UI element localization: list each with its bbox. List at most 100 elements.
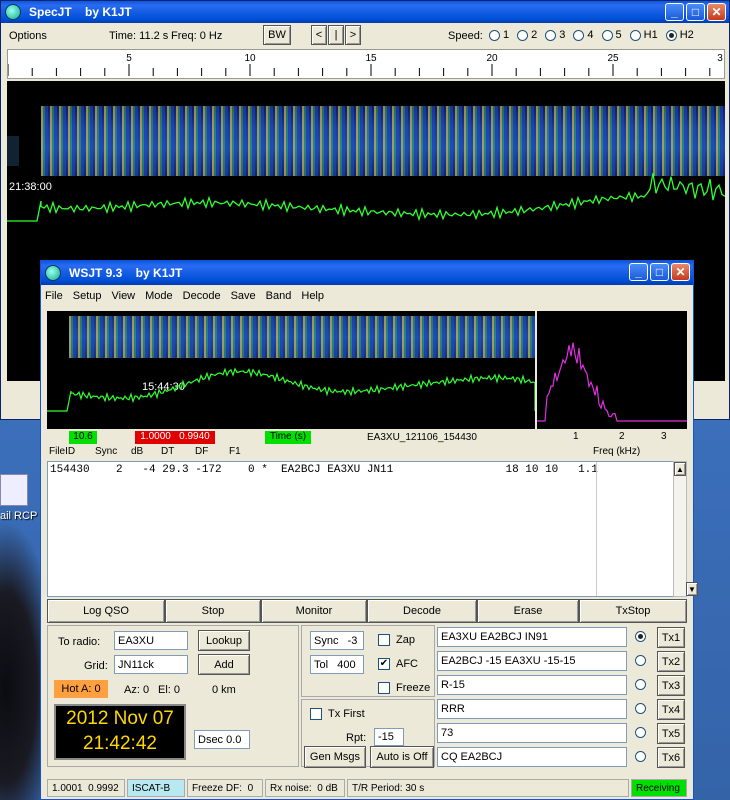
afc-checkbox[interactable]: ✔ [378, 658, 390, 670]
speed-radio[interactable] [665, 29, 677, 41]
tx1-button[interactable]: Tx1 [657, 627, 685, 648]
tx-message-4[interactable]: RRR [437, 699, 627, 719]
menu-item-setup[interactable]: Setup [73, 290, 102, 302]
tx3-button[interactable]: Tx3 [657, 675, 685, 696]
speed-radio[interactable] [517, 29, 529, 41]
minimize-button[interactable]: _ [629, 263, 648, 281]
gen-msgs-button[interactable]: Gen Msgs [304, 746, 366, 768]
afc-label: AFC [396, 658, 418, 670]
speed-option[interactable]: 5 [601, 29, 622, 41]
decode-gutter [596, 462, 597, 596]
tx-message-3[interactable]: R-15 [437, 675, 627, 695]
erase-button[interactable]: Erase [477, 599, 579, 623]
status-mode: ISCAT-B [127, 779, 185, 797]
close-button[interactable]: ✕ [671, 263, 690, 281]
tx-message-5[interactable]: 73 [437, 723, 627, 743]
freq-readout: Freq: 0 Hz [171, 30, 223, 42]
rpt-field[interactable]: -15 [374, 728, 404, 746]
speed-option[interactable]: 2 [517, 29, 537, 41]
tx-control-box: Tx First Rpt: -15 Gen Msgs Auto is Off [301, 699, 435, 768]
tx-first-checkbox[interactable] [310, 708, 322, 720]
minimize-button[interactable]: _ [665, 3, 684, 21]
wsjt-titlebar[interactable]: WSJT 9.3 by K1JT _ □ ✕ [41, 261, 693, 285]
speed-radio[interactable] [629, 29, 641, 41]
menu-item-help[interactable]: Help [301, 290, 324, 302]
monitor-button[interactable]: Monitor [261, 599, 367, 623]
stop-button[interactable]: Stop [165, 599, 261, 623]
menu-item-save[interactable]: Save [231, 290, 256, 302]
tx6-button[interactable]: Tx6 [657, 747, 685, 768]
lookup-button[interactable]: Lookup [198, 630, 250, 651]
tx-message-6[interactable]: CQ EA2BCJ [437, 747, 627, 767]
tx-select-radio[interactable] [635, 727, 646, 738]
speed-radio[interactable] [601, 29, 613, 41]
tx4-button[interactable]: Tx4 [657, 699, 685, 720]
auto-button[interactable]: Auto is Off [370, 746, 434, 768]
menu-item-band[interactable]: Band [266, 290, 292, 302]
tx-message-1[interactable]: EA3XU EA2BCJ IN91 [437, 627, 627, 647]
scale-label: 5 [126, 53, 132, 64]
grid-input[interactable]: JN11ck [114, 655, 188, 674]
document-icon[interactable] [0, 474, 28, 506]
status-strip: 10.6 1.0000 0.9940 Time (s) EA3XU_121106… [47, 431, 687, 445]
speed-option-label: H2 [679, 29, 694, 41]
speed-radio[interactable] [573, 29, 585, 41]
bw-button[interactable]: BW [263, 25, 291, 45]
wsjt-waterfall[interactable]: 15:44:30 [47, 311, 535, 429]
close-button[interactable]: ✕ [707, 3, 726, 21]
maximize-button[interactable]: □ [650, 263, 669, 281]
to-radio-input[interactable]: EA3XU [114, 631, 188, 650]
tx-select-radio[interactable] [635, 631, 646, 642]
speed-option-label: 3 [559, 29, 566, 41]
add-button[interactable]: Add [198, 654, 250, 675]
decoder-options-group: Sync -3 Tol 400 Zap ✔ AFC Freeze Tx Firs… [301, 625, 435, 768]
speed-radio[interactable] [489, 29, 500, 41]
speed-option[interactable]: 4 [573, 29, 594, 41]
tx-message-2[interactable]: EA2BCJ -15 EA3XU -15-15 [437, 651, 627, 671]
menu-item-view[interactable]: View [111, 290, 135, 302]
tx-select-radio[interactable] [635, 751, 646, 762]
scale-label: 3 [717, 53, 723, 64]
speed-option[interactable]: H1 [629, 29, 658, 41]
speed-option[interactable]: H2 [665, 29, 694, 41]
menu-item-file[interactable]: File [45, 290, 63, 302]
tx-select-radio[interactable] [635, 679, 646, 690]
scroll-up-arrow-icon[interactable]: ▲ [674, 462, 686, 476]
scale-label: 25 [607, 53, 619, 64]
tx-select-radio[interactable] [635, 703, 646, 714]
col-dt: DT [161, 446, 175, 457]
distance-readout: 0 km [212, 684, 236, 696]
spectrum-panel[interactable] [537, 311, 687, 429]
tol-spinner[interactable]: Tol 400 [310, 655, 364, 674]
scroll-down-arrow-icon[interactable]: ▼ [686, 582, 698, 596]
dsec-field[interactable]: Dsec 0.0 [194, 730, 250, 749]
nav-mid-button[interactable]: | [328, 25, 344, 45]
maximize-button[interactable]: □ [686, 3, 705, 21]
col-df: DF [195, 446, 209, 457]
speed-option[interactable]: 3 [545, 29, 565, 41]
freeze-checkbox[interactable] [378, 682, 390, 694]
file-id: EA3XU_121106_154430 [367, 432, 477, 443]
nav-left-button[interactable]: < [311, 25, 327, 45]
specjt-titlebar[interactable]: SpecJT by K1JT _ □ ✕ [1, 1, 729, 23]
menu-item-decode[interactable]: Decode [183, 290, 221, 302]
decode-button[interactable]: Decode [367, 599, 477, 623]
speed-radio[interactable] [545, 29, 557, 41]
speed-option[interactable]: 1 [489, 29, 509, 41]
vertical-scrollbar[interactable]: ▲ ▼ [673, 461, 698, 597]
nav-right-button[interactable]: > [345, 25, 361, 45]
tx2-button[interactable]: Tx2 [657, 651, 685, 672]
log-qso-button[interactable]: Log QSO [47, 599, 165, 623]
tx-select-radio[interactable] [635, 655, 646, 666]
to-radio-label: To radio: [58, 636, 101, 648]
decode-text-area[interactable]: 154430 2 -4 29.3 -172 0 * EA2BCJ EA3XU J… [47, 461, 675, 597]
options-menu[interactable]: Options [9, 30, 47, 42]
desktop-icon-label[interactable]: ail RCP [0, 510, 37, 522]
txstop-button[interactable]: TxStop [579, 599, 687, 623]
tx5-button[interactable]: Tx5 [657, 723, 685, 744]
zap-checkbox[interactable] [378, 634, 390, 646]
sync-spinner[interactable]: Sync -3 [310, 631, 364, 650]
clock-ratio: 1.0000 0.9940 [135, 431, 215, 444]
menu-item-mode[interactable]: Mode [145, 290, 173, 302]
waterfall-trace [47, 367, 535, 412]
